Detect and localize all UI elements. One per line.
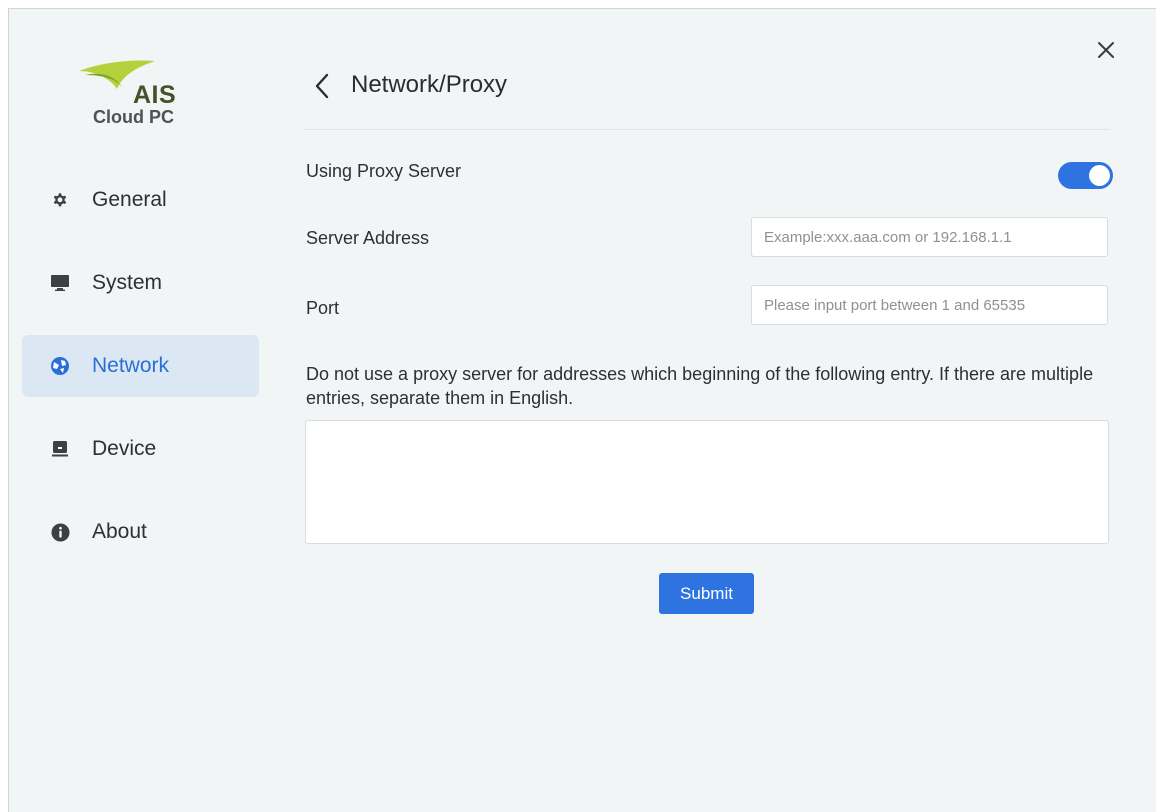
chevron-left-icon xyxy=(315,73,329,99)
sidebar-item-label: Device xyxy=(92,437,157,460)
logo-brand-text: AIS xyxy=(133,81,177,109)
server-address-label: Server Address xyxy=(306,228,430,248)
sidebar-item-device[interactable]: Device xyxy=(22,418,259,480)
sidebar-item-general[interactable]: General xyxy=(22,169,259,231)
sidebar-item-label: System xyxy=(92,271,163,294)
sidebar-item-about[interactable]: About xyxy=(22,501,259,563)
sidebar-nav: General System Network Device About xyxy=(22,169,259,584)
settings-window: AIS Cloud PC General System Network Devi… xyxy=(8,8,1156,812)
sidebar-item-label: Network xyxy=(92,354,170,377)
close-icon xyxy=(1098,42,1114,58)
toggle-knob xyxy=(1089,165,1110,186)
proxy-toggle[interactable] xyxy=(1058,162,1113,189)
sidebar-item-label: About xyxy=(92,520,147,543)
bypass-list-textarea[interactable] xyxy=(305,420,1109,544)
port-input[interactable] xyxy=(751,285,1108,325)
info-icon xyxy=(50,522,70,542)
server-address-input[interactable] xyxy=(751,217,1108,257)
device-icon xyxy=(50,439,70,459)
sidebar-item-label: General xyxy=(92,188,167,211)
bypass-description: Do not use a proxy server for addresses … xyxy=(306,364,1094,408)
sidebar-item-system[interactable]: System xyxy=(22,252,259,314)
gear-icon xyxy=(50,190,70,210)
submit-button[interactable]: Submit xyxy=(659,573,754,614)
header-divider xyxy=(305,129,1109,130)
logo-product-text: Cloud PC xyxy=(93,107,174,127)
using-proxy-label: Using Proxy Server xyxy=(306,161,462,181)
ais-cloud-pc-logo: AIS Cloud PC xyxy=(77,59,187,133)
port-label: Port xyxy=(306,298,340,318)
close-button[interactable] xyxy=(1093,37,1119,63)
page-title: Network/Proxy xyxy=(351,71,508,98)
back-button[interactable] xyxy=(314,71,338,101)
sidebar-item-network[interactable]: Network xyxy=(22,335,259,397)
globe-icon xyxy=(50,356,70,376)
monitor-icon xyxy=(50,273,70,293)
